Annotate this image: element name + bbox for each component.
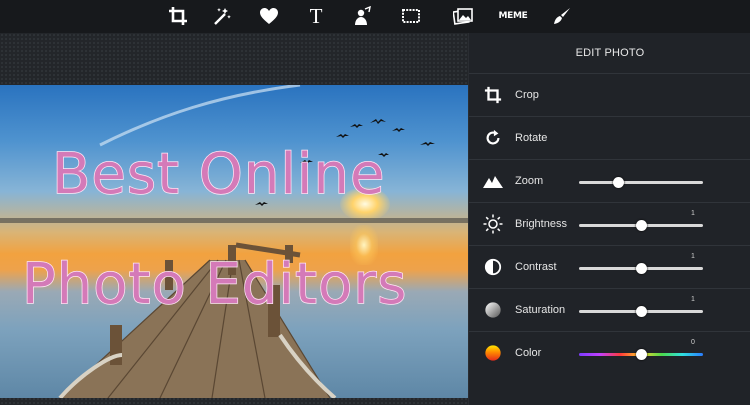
frame-icon <box>402 9 420 23</box>
image-icon <box>453 8 473 25</box>
headline-overlay: Best Online Photo Editors <box>21 141 407 318</box>
saturation-slider[interactable]: 1 <box>579 296 703 317</box>
saturation-value: 1 <box>691 296 695 303</box>
brightness-slider-knob[interactable] <box>635 220 647 231</box>
panel-item-color: Color 0 <box>469 331 750 375</box>
headline-line-2: Photo Editors <box>22 252 407 317</box>
edit-photo-panel: EDIT PHOTO Crop Rotate Zoom Brightness 1… <box>468 33 750 405</box>
panel-item-label: Contrast <box>515 261 557 273</box>
crop-icon <box>169 7 187 25</box>
photo-canvas[interactable]: Best Online Photo Editors <box>0 85 468 398</box>
panel-item-label: Color <box>515 347 542 359</box>
color-icon <box>485 345 501 361</box>
panel-item-zoom: Zoom <box>469 159 750 203</box>
color-value: 0 <box>691 339 695 346</box>
headline-line-1: Best Online <box>52 142 385 207</box>
contrast-icon <box>484 258 502 276</box>
toolbar-text-button[interactable]: T <box>304 4 328 28</box>
toolbar-photo-button[interactable] <box>451 4 475 28</box>
contrast-slider-knob[interactable] <box>635 263 647 274</box>
panel-item-label: Saturation <box>515 304 566 316</box>
panel-item-label: Rotate <box>515 132 548 144</box>
contrast-value: 1 <box>691 253 695 260</box>
panel-item-contrast: Contrast 1 <box>469 245 750 289</box>
toolbar-stickers-button[interactable] <box>350 4 374 28</box>
zoom-slider-knob[interactable] <box>613 177 625 188</box>
toolbar-magic-button[interactable] <box>210 4 234 28</box>
toolbar-favorite-button[interactable] <box>257 4 281 28</box>
canvas-area[interactable]: Best Online Photo Editors <box>0 33 468 405</box>
color-slider[interactable]: 0 <box>579 339 703 360</box>
magic-wand-icon <box>214 8 231 25</box>
panel-item-label: Zoom <box>515 175 544 187</box>
heart-icon <box>260 8 278 24</box>
meme-icon: MEME <box>498 11 528 21</box>
panel-title: EDIT PHOTO <box>575 47 645 59</box>
contrast-slider[interactable]: 1 <box>579 253 703 274</box>
panel-item-label: Brightness <box>515 218 567 230</box>
paintbrush-icon <box>554 8 570 24</box>
panel-item-label: Crop <box>515 89 539 101</box>
top-toolbar: T MEME <box>0 0 750 33</box>
toolbar-meme-button[interactable]: MEME <box>498 4 528 28</box>
panel-item-brightness: Brightness 1 <box>469 202 750 246</box>
panel-item-saturation: Saturation 1 <box>469 288 750 332</box>
saturation-slider-knob[interactable] <box>635 306 647 317</box>
brightness-value: 1 <box>691 210 695 217</box>
clipart-icon <box>355 6 371 25</box>
toolbar-crop-button[interactable] <box>166 4 190 28</box>
toolbar-frames-button[interactable] <box>399 4 423 28</box>
rotate-icon <box>486 129 500 145</box>
saturation-icon <box>485 302 501 318</box>
zoom-slider[interactable] <box>579 177 703 188</box>
panel-item-crop[interactable]: Crop <box>469 73 750 117</box>
color-slider-knob[interactable] <box>635 349 647 360</box>
crop-icon <box>484 86 502 104</box>
toolbar-paint-button[interactable] <box>550 4 574 28</box>
sun-icon <box>483 214 503 234</box>
brightness-slider[interactable]: 1 <box>579 210 703 231</box>
mountains-icon <box>483 176 503 188</box>
panel-item-rotate[interactable]: Rotate <box>469 116 750 160</box>
text-icon: T <box>309 4 323 28</box>
